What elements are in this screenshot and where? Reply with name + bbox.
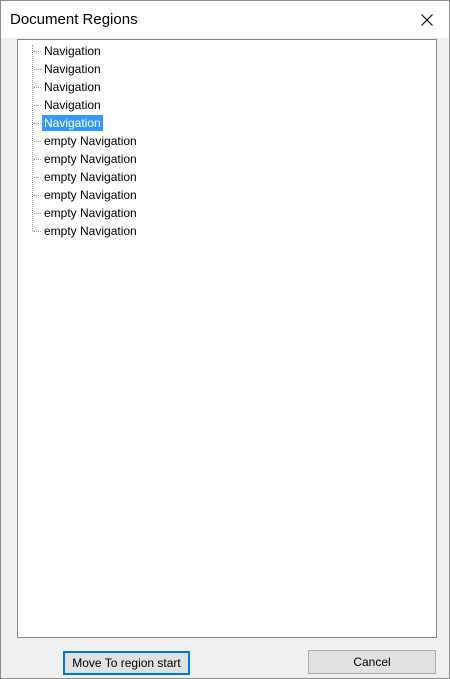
tree-branch-line (33, 69, 41, 70)
tree-item-label: empty Navigation (44, 152, 137, 166)
dialog-title: Document Regions (10, 11, 138, 28)
tree-branch-line (33, 213, 41, 214)
tree-item-label: Navigation (44, 98, 101, 112)
cancel-button[interactable]: Cancel (308, 650, 436, 674)
tree-item-label: empty Navigation (44, 134, 137, 148)
tree-connector-line (32, 45, 33, 231)
regions-tree[interactable]: Navigation Navigation Navigation Navigat… (17, 39, 437, 638)
tree-branch-line (33, 195, 41, 196)
tree-item-label: empty Navigation (44, 206, 137, 220)
move-to-region-start-button[interactable]: Move To region start (63, 651, 190, 675)
tree-item-label: empty Navigation (44, 170, 137, 184)
tree-branch-line (33, 87, 41, 88)
tree-branch-line (33, 177, 41, 178)
tree-branch-line (33, 231, 41, 232)
tree-item-label: empty Navigation (44, 224, 137, 238)
tree-item-label: empty Navigation (44, 188, 137, 202)
close-button[interactable] (405, 1, 449, 38)
tree-branch-line (33, 51, 41, 52)
title-bar: Document Regions (1, 1, 449, 38)
tree-item-label: Navigation (44, 80, 101, 94)
tree-item-label: Navigation (42, 115, 103, 131)
tree-branch-line (33, 123, 41, 124)
tree-item-label: Navigation (44, 62, 101, 76)
document-regions-dialog: Document Regions Navigation Navigation N… (0, 0, 450, 679)
close-icon (421, 13, 433, 26)
tree-branch-line (33, 105, 41, 106)
tree-item-label: Navigation (44, 44, 101, 58)
tree-branch-line (33, 159, 41, 160)
tree-branch-line (33, 141, 41, 142)
